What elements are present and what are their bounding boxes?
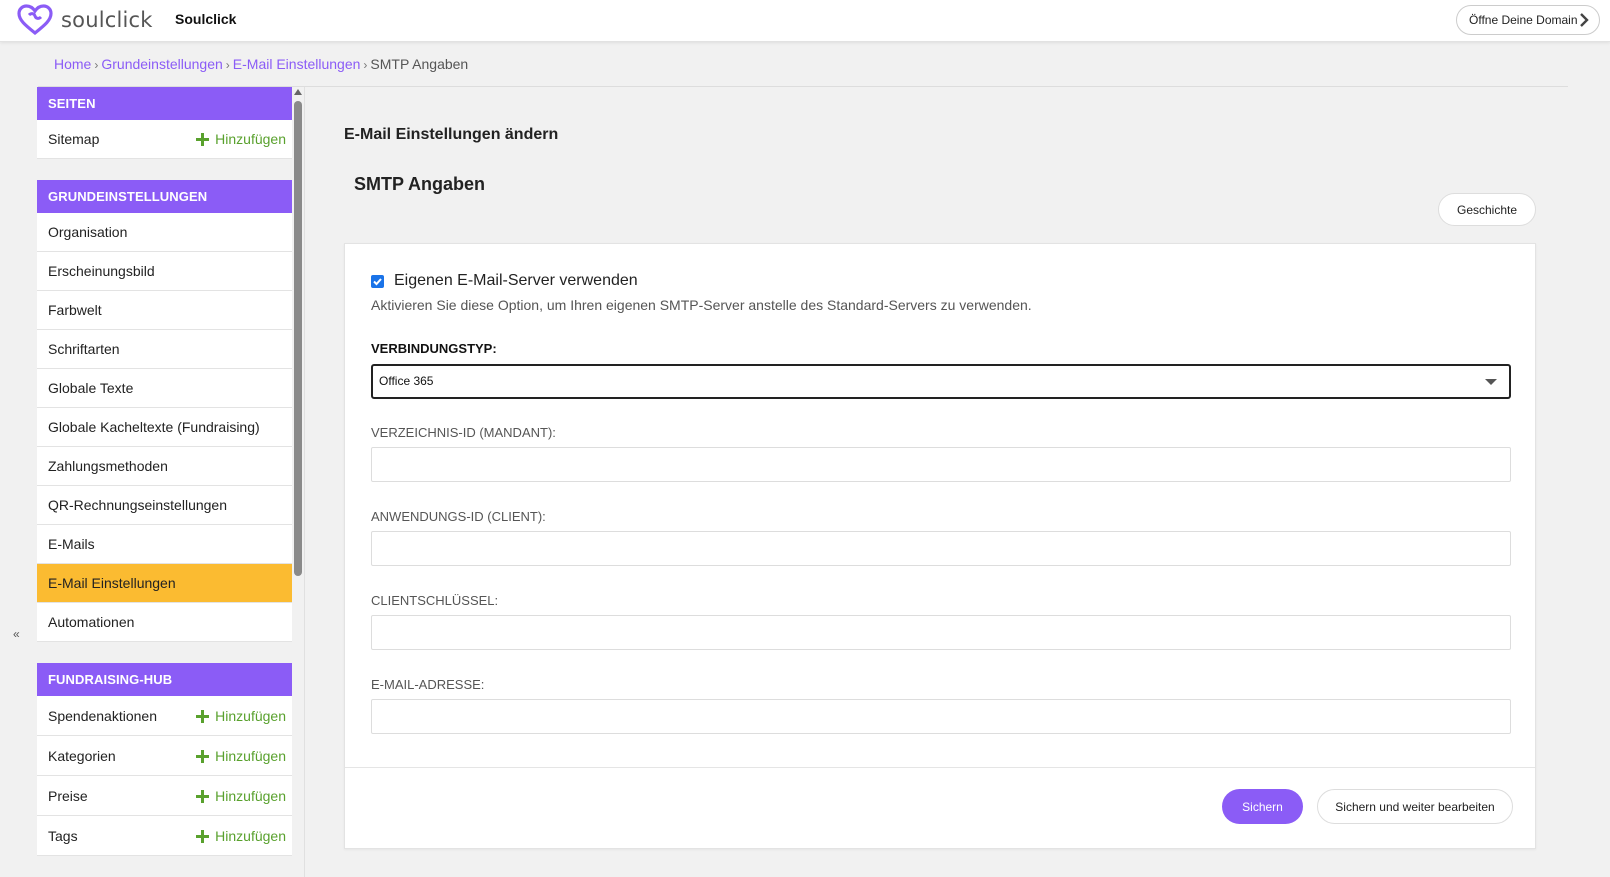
breadcrumb: Home › Grundeinstellungen › E-Mail Einstellu… xyxy=(54,56,468,72)
sidebar-scrollbar[interactable] xyxy=(292,87,304,877)
add-tags-button[interactable]: Hinzufügen xyxy=(196,816,286,856)
section-header-seiten: SEITEN xyxy=(37,87,298,120)
breadcrumb-separator: › xyxy=(94,58,99,72)
logo-text: soulclick xyxy=(61,8,153,32)
form-footer-divider xyxy=(345,767,1535,768)
add-label: Hinzufügen xyxy=(215,131,286,147)
sidebar-item-label: Globale Texte xyxy=(48,380,134,396)
logo[interactable]: soulclick xyxy=(17,4,153,36)
breadcrumb-separator: › xyxy=(363,58,368,72)
dropdown-caret-icon xyxy=(1485,379,1497,385)
scroll-up-arrow-icon[interactable] xyxy=(294,89,302,95)
site-name[interactable]: Soulclick xyxy=(175,11,236,27)
sidebar-item-label: Automationen xyxy=(48,614,135,630)
breadcrumb-current: SMTP Angaben xyxy=(370,56,469,72)
chevron-right-icon xyxy=(1580,13,1589,27)
breadcrumb-email-einstellungen[interactable]: E-Mail Einstellungen xyxy=(233,56,361,72)
checkmark-icon xyxy=(373,277,382,285)
use-own-server-checkbox[interactable] xyxy=(371,274,384,288)
sidebar-item-erscheinungsbild[interactable]: Erscheinungsbild xyxy=(37,252,298,291)
sidebar-item-label: Farbwelt xyxy=(48,302,102,318)
add-spendenaktionen-button[interactable]: Hinzufügen xyxy=(196,696,286,736)
sidebar-item-schriftarten[interactable]: Schriftarten xyxy=(37,330,298,369)
client-id-label: ANWENDUNGS-ID (CLIENT): xyxy=(371,509,546,524)
client-secret-input[interactable] xyxy=(371,615,1511,650)
sidebar-item-label: E-Mails xyxy=(48,536,95,552)
use-own-server-row: Eigenen E-Mail-Server verwenden xyxy=(371,272,638,290)
sidebar-item-label: Schriftarten xyxy=(48,341,120,357)
tenant-id-input[interactable] xyxy=(371,447,1511,482)
save-and-continue-button[interactable]: Sichern und weiter bearbeiten xyxy=(1317,789,1513,824)
plus-icon xyxy=(196,749,210,763)
top-bar: soulclick Soulclick Öffne Deine Domain xyxy=(0,0,1610,42)
add-label: Hinzufügen xyxy=(215,788,286,804)
sidebar: SEITEN Sitemap Hinzufügen GRUNDEINSTELLU… xyxy=(37,87,299,877)
sidebar-item-preise[interactable]: Preise Hinzufügen xyxy=(37,776,298,816)
client-secret-label: CLIENTSCHLÜSSEL: xyxy=(371,593,499,608)
section-header-fundraising-hub: FUNDRAISING-HUB xyxy=(37,663,298,696)
plus-icon xyxy=(196,709,210,723)
email-address-label: E-MAIL-ADRESSE: xyxy=(371,677,485,692)
sidebar-border xyxy=(304,87,305,877)
sidebar-item-label: QR-Rechnungseinstellungen xyxy=(48,497,227,513)
sidebar-item-globale-kacheltexte[interactable]: Globale Kacheltexte (Fundraising) xyxy=(37,408,298,447)
page-subtitle: SMTP Angaben xyxy=(354,174,486,194)
save-button[interactable]: Sichern xyxy=(1222,789,1303,824)
sidebar-item-sitemap[interactable]: Sitemap Hinzufügen xyxy=(37,120,298,159)
sidebar-item-tags[interactable]: Tags Hinzufügen xyxy=(37,816,298,856)
settings-form-card: Eigenen E-Mail-Server verwenden Aktivier… xyxy=(344,243,1536,849)
history-button[interactable]: Geschichte xyxy=(1438,193,1536,226)
open-domain-button[interactable]: Öffne Deine Domain xyxy=(1456,5,1600,35)
sidebar-item-label: Sitemap xyxy=(48,131,100,147)
sidebar-item-farbwelt[interactable]: Farbwelt xyxy=(37,291,298,330)
tenant-id-label: VERZEICHNIS-ID (MANDANT): xyxy=(371,425,556,440)
sidebar-item-label: Globale Kacheltexte (Fundraising) xyxy=(48,419,260,435)
add-sitemap-button[interactable]: Hinzufügen xyxy=(196,120,286,158)
sidebar-item-label: Preise xyxy=(48,788,88,804)
sidebar-item-automationen[interactable]: Automationen xyxy=(37,603,298,642)
scrollbar-thumb[interactable] xyxy=(294,101,302,576)
sidebar-item-label: E-Mail Einstellungen xyxy=(48,575,176,591)
sidebar-item-emails[interactable]: E-Mails xyxy=(37,525,298,564)
breadcrumb-separator: › xyxy=(225,58,230,72)
page-title: E-Mail Einstellungen ändern xyxy=(344,126,559,143)
sidebar-item-label: Spendenaktionen xyxy=(48,708,157,724)
breadcrumb-home[interactable]: Home xyxy=(54,56,91,72)
section-header-grundeinstellungen: GRUNDEINSTELLUNGEN xyxy=(37,180,298,213)
plus-icon xyxy=(196,132,210,146)
use-own-server-help: Aktivieren Sie diese Option, um Ihren ei… xyxy=(371,297,1032,313)
plus-icon xyxy=(196,829,210,843)
sidebar-item-label: Zahlungsmethoden xyxy=(48,458,168,474)
sidebar-item-globale-texte[interactable]: Globale Texte xyxy=(37,369,298,408)
email-address-input[interactable] xyxy=(371,699,1511,734)
add-label: Hinzufügen xyxy=(215,748,286,764)
client-id-input[interactable] xyxy=(371,531,1511,566)
sidebar-item-label: Erscheinungsbild xyxy=(48,263,155,279)
add-kategorien-button[interactable]: Hinzufügen xyxy=(196,736,286,776)
connection-type-value: Office 365 xyxy=(379,374,434,388)
sidebar-item-label: Tags xyxy=(48,828,78,844)
open-domain-label: Öffne Deine Domain xyxy=(1469,13,1578,27)
sidebar-item-spendenaktionen[interactable]: Spendenaktionen Hinzufügen xyxy=(37,696,298,736)
connection-type-label: VERBINDUNGSTYP: xyxy=(371,341,497,356)
add-label: Hinzufügen xyxy=(215,708,286,724)
connection-type-select[interactable]: Office 365 xyxy=(371,364,1511,399)
sidebar-item-zahlungsmethoden[interactable]: Zahlungsmethoden xyxy=(37,447,298,486)
collapse-sidebar-button[interactable]: « xyxy=(13,627,20,641)
sidebar-item-kategorien[interactable]: Kategorien Hinzufügen xyxy=(37,736,298,776)
sidebar-item-organisation[interactable]: Organisation xyxy=(37,213,298,252)
add-label: Hinzufügen xyxy=(215,828,286,844)
heart-logo-icon xyxy=(17,4,53,36)
sidebar-item-qr-rechnungseinstellungen[interactable]: QR-Rechnungseinstellungen xyxy=(37,486,298,525)
sidebar-item-email-einstellungen[interactable]: E-Mail Einstellungen xyxy=(37,564,298,603)
breadcrumb-grundeinstellungen[interactable]: Grundeinstellungen xyxy=(101,56,222,72)
sidebar-item-label: Kategorien xyxy=(48,748,116,764)
sidebar-item-label: Organisation xyxy=(48,224,128,240)
add-preise-button[interactable]: Hinzufügen xyxy=(196,776,286,816)
use-own-server-label[interactable]: Eigenen E-Mail-Server verwenden xyxy=(394,272,638,290)
plus-icon xyxy=(196,789,210,803)
